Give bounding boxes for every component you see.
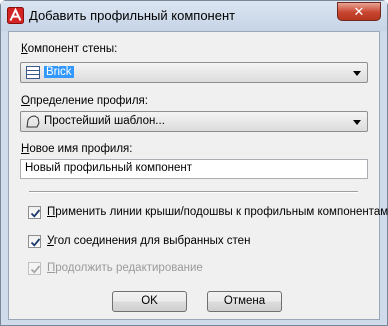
new-profile-name-field[interactable] (20, 159, 368, 179)
continue-editing-checkbox (28, 262, 41, 275)
close-button[interactable]: ✕ (337, 2, 381, 21)
checkmark-icon (30, 238, 41, 247)
profile-definition-value: Простейший шаблон... (44, 115, 165, 127)
wall-component-label: Компонент стены: (21, 43, 118, 55)
dialog-title: Добавить профильный компонент (29, 8, 236, 23)
apply-roof-lines-label: Применить линии крыши/подошвы к профильн… (47, 206, 388, 218)
profile-definition-label: Определение профиля: (21, 95, 148, 107)
apply-roof-lines-checkbox[interactable] (28, 206, 41, 219)
profile-definition-dropdown[interactable]: Простейший шаблон... (20, 111, 368, 132)
dialog-window: Добавить профильный компонент ✕ Компонен… (0, 0, 388, 326)
close-icon: ✕ (353, 4, 365, 19)
checkmark-icon (30, 265, 41, 274)
chevron-down-icon[interactable] (353, 120, 361, 125)
checkmark-icon (30, 209, 41, 218)
ok-button[interactable]: OK (112, 291, 187, 312)
chevron-down-icon[interactable] (353, 71, 361, 76)
continue-editing-label: Продолжить редактирование (47, 262, 203, 274)
cancel-button[interactable]: Отмена (207, 291, 282, 312)
joint-angle-label: Угол соединения для выбранных стен (47, 235, 251, 247)
wall-component-icon (26, 66, 40, 79)
wall-component-value: Brick (44, 66, 74, 78)
title-bar[interactable]: Добавить профильный компонент ✕ (1, 1, 387, 31)
wall-component-dropdown[interactable]: Brick (20, 62, 368, 83)
joint-angle-checkbox[interactable] (28, 235, 41, 248)
autocad-app-icon (7, 7, 24, 24)
separator (29, 191, 358, 193)
profile-shape-icon (26, 115, 40, 128)
new-profile-name-label: Новое имя профиля: (21, 143, 133, 155)
dialog-body: Компонент стены: Brick Определение профи… (8, 31, 388, 320)
new-profile-name-input[interactable] (21, 160, 367, 176)
